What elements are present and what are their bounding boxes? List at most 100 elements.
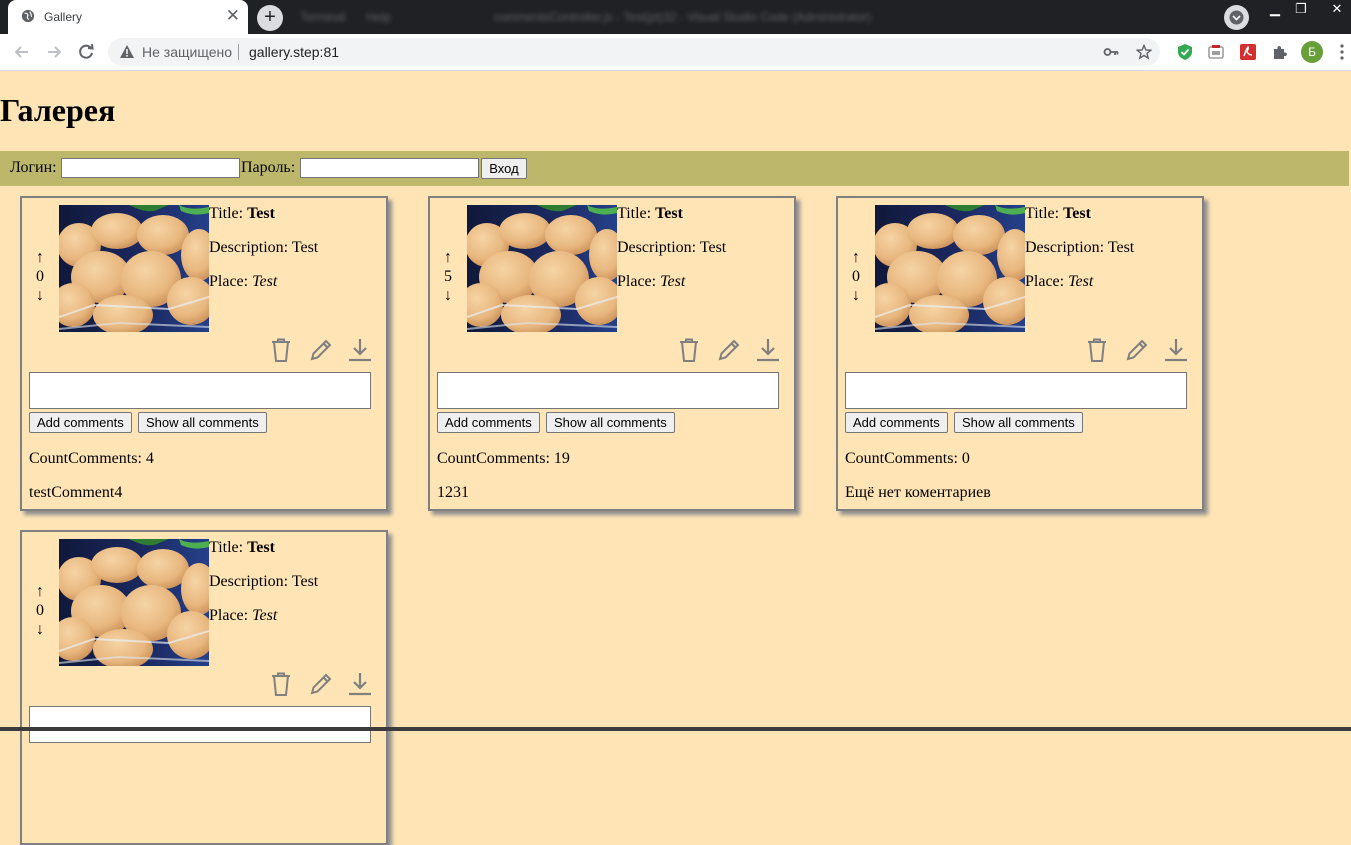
tab-gallery[interactable]: Gallery ✕ bbox=[8, 0, 248, 34]
show-all-comments-button[interactable]: Show all comments bbox=[954, 412, 1083, 433]
vote-up-icon[interactable]: ↑ bbox=[30, 248, 50, 267]
close-window-button[interactable]: ✕ bbox=[1322, 0, 1351, 18]
comment-input[interactable] bbox=[29, 372, 371, 409]
more-menu-icon[interactable] bbox=[1338, 42, 1346, 62]
count-value: 4 bbox=[145, 450, 154, 467]
title-label: Title: bbox=[209, 539, 244, 556]
show-all-comments-button[interactable]: Show all comments bbox=[546, 412, 675, 433]
gallery-card: ↑ 0 ↓ Title: Test Description: Test Plac… bbox=[836, 196, 1204, 511]
place-row: Place: Test bbox=[1025, 273, 1093, 291]
add-comments-button[interactable]: Add comments bbox=[29, 412, 132, 433]
trash-icon[interactable] bbox=[268, 671, 294, 697]
place-value: Test bbox=[1068, 273, 1094, 290]
gallery-card: ↑ 0 ↓ Title: Test Description: Test Plac… bbox=[20, 530, 388, 845]
place-label: Place: bbox=[1025, 273, 1065, 290]
tab-close-icon[interactable]: ✕ bbox=[226, 7, 240, 24]
globe-icon bbox=[21, 9, 35, 23]
vote-control: ↑ 5 ↓ bbox=[438, 248, 458, 305]
title-label: Title: bbox=[1025, 205, 1060, 222]
comment-count: CountComments: 0 bbox=[845, 450, 970, 468]
login-bar: Логин: Пароль: Вход bbox=[0, 151, 1349, 186]
back-arrow-icon[interactable] bbox=[11, 41, 33, 63]
show-all-comments-button[interactable]: Show all comments bbox=[138, 412, 267, 433]
title-value: Test bbox=[1063, 205, 1091, 222]
pdf-extension-icon[interactable] bbox=[1238, 42, 1258, 62]
login-input[interactable] bbox=[61, 158, 240, 178]
download-icon[interactable] bbox=[347, 337, 373, 363]
new-tab-button[interactable]: + bbox=[257, 5, 283, 31]
count-label: CountComments: bbox=[845, 450, 958, 467]
maximize-button[interactable]: ❐ bbox=[1286, 0, 1316, 18]
pencil-icon[interactable] bbox=[308, 671, 334, 697]
title-label: Title: bbox=[617, 205, 652, 222]
place-label: Place: bbox=[209, 273, 249, 290]
count-value: 19 bbox=[553, 450, 570, 467]
description-row: Description: Test bbox=[1025, 239, 1134, 257]
comment-input[interactable] bbox=[845, 372, 1187, 409]
download-icon[interactable] bbox=[755, 337, 781, 363]
tab-search-button[interactable] bbox=[1224, 5, 1249, 30]
security-status[interactable]: Не защищено bbox=[142, 44, 232, 60]
address-divider bbox=[238, 44, 239, 60]
chevron-down-icon bbox=[1229, 10, 1244, 25]
key-icon[interactable] bbox=[1103, 44, 1119, 60]
count-label: CountComments: bbox=[437, 450, 550, 467]
vote-down-icon[interactable]: ↓ bbox=[846, 286, 866, 305]
comment-input[interactable] bbox=[437, 372, 779, 409]
vote-up-icon[interactable]: ↑ bbox=[846, 248, 866, 267]
photo-image[interactable] bbox=[875, 205, 1025, 332]
download-icon[interactable] bbox=[347, 671, 373, 697]
description-value: Test bbox=[291, 573, 319, 590]
profile-avatar[interactable]: Б bbox=[1301, 41, 1323, 63]
star-icon[interactable] bbox=[1136, 44, 1152, 60]
url-text[interactable]: gallery.step:81 bbox=[249, 44, 339, 60]
photo-image[interactable] bbox=[59, 539, 209, 666]
add-comments-button[interactable]: Add comments bbox=[845, 412, 948, 433]
warning-icon[interactable] bbox=[119, 44, 135, 60]
trash-icon[interactable] bbox=[1084, 337, 1110, 363]
comment-input[interactable] bbox=[29, 706, 371, 743]
browser-titlebar: Gallery ✕ + Terminal Help commentsContro… bbox=[0, 0, 1351, 34]
trash-icon[interactable] bbox=[676, 337, 702, 363]
pencil-icon[interactable] bbox=[308, 337, 334, 363]
blurred-window-menu-help: Help bbox=[366, 10, 391, 24]
description-row: Description: Test bbox=[617, 239, 726, 257]
vote-control: ↑ 0 ↓ bbox=[846, 248, 866, 305]
taskbar-edge bbox=[0, 727, 1351, 731]
description-label: Description: bbox=[1025, 239, 1105, 256]
vote-count: 0 bbox=[852, 268, 860, 285]
vote-up-icon[interactable]: ↑ bbox=[30, 582, 50, 601]
reload-icon[interactable] bbox=[75, 41, 97, 63]
photo-image[interactable] bbox=[59, 205, 209, 332]
shield-extension-icon[interactable] bbox=[1175, 42, 1195, 62]
title-label: Title: bbox=[209, 205, 244, 222]
vote-count: 0 bbox=[36, 602, 44, 619]
vote-down-icon[interactable]: ↓ bbox=[438, 286, 458, 305]
add-comments-button[interactable]: Add comments bbox=[437, 412, 540, 433]
address-bar[interactable]: Не защищено gallery.step:81 bbox=[108, 38, 1160, 66]
pencil-icon[interactable] bbox=[1124, 337, 1150, 363]
photo-image[interactable] bbox=[467, 205, 617, 332]
title-row: Title: Test bbox=[617, 205, 683, 223]
vote-down-icon[interactable]: ↓ bbox=[30, 620, 50, 639]
trash-icon[interactable] bbox=[268, 337, 294, 363]
vote-control: ↑ 0 ↓ bbox=[30, 582, 50, 639]
login-label: Логин: bbox=[10, 159, 57, 176]
place-value: Test bbox=[252, 273, 278, 290]
place-value: Test bbox=[660, 273, 686, 290]
title-value: Test bbox=[655, 205, 683, 222]
vote-down-icon[interactable]: ↓ bbox=[30, 286, 50, 305]
title-row: Title: Test bbox=[209, 539, 275, 557]
password-label: Пароль: bbox=[241, 159, 296, 176]
pencil-icon[interactable] bbox=[716, 337, 742, 363]
screenshot-extension-icon[interactable] bbox=[1206, 42, 1226, 62]
password-input[interactable] bbox=[300, 158, 479, 178]
puzzle-extensions-icon[interactable] bbox=[1270, 42, 1290, 62]
download-icon[interactable] bbox=[1163, 337, 1189, 363]
page-title: Галерея bbox=[0, 92, 116, 128]
forward-arrow-icon[interactable] bbox=[43, 41, 65, 63]
place-label: Place: bbox=[209, 607, 249, 624]
vote-up-icon[interactable]: ↑ bbox=[438, 248, 458, 267]
login-button[interactable]: Вход bbox=[481, 158, 527, 179]
gallery-card: ↑ 5 ↓ Title: Test Description: Test Plac… bbox=[428, 196, 796, 511]
